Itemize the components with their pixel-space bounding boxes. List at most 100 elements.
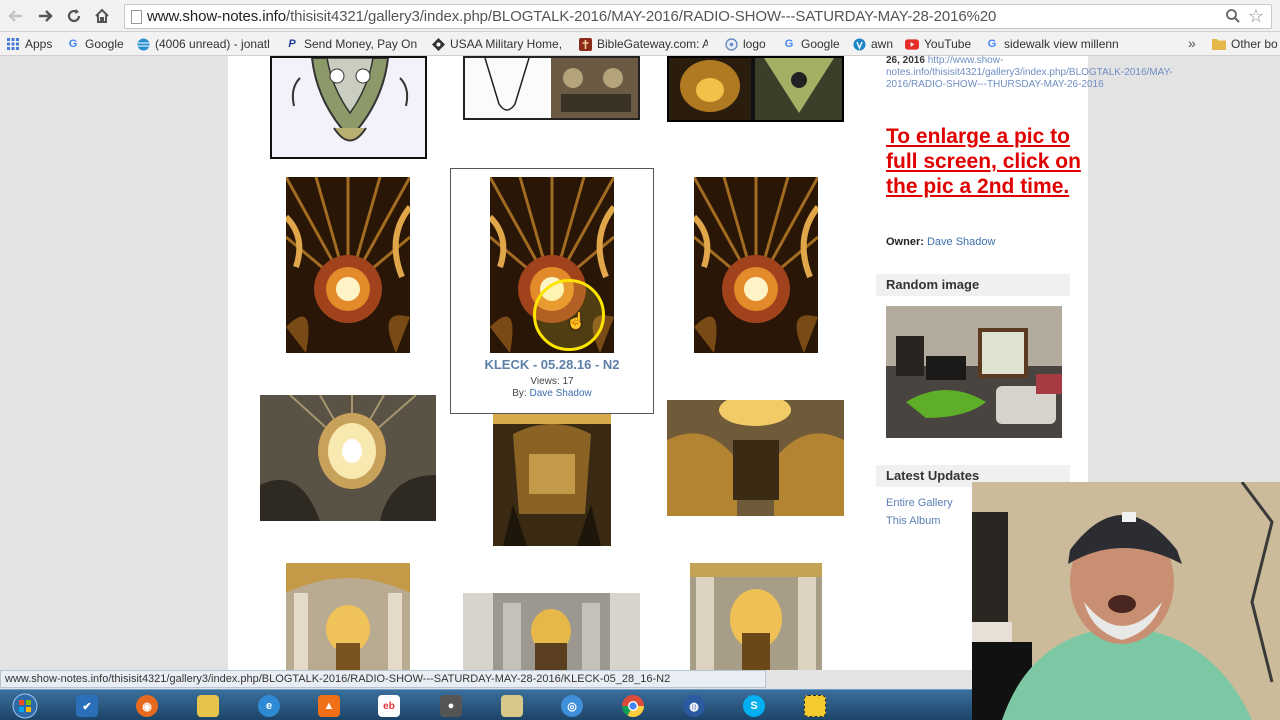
taskbar-app[interactable]: e <box>246 692 292 720</box>
taskbar-app[interactable]: ✔ <box>64 692 110 720</box>
gallery-thumbnail[interactable] <box>463 56 640 120</box>
bookmark-label: (4006 unread) - jonatl <box>155 37 270 51</box>
taskbar-app[interactable]: eb <box>366 692 412 720</box>
owner-label: Owner: <box>886 236 924 248</box>
bookmark-logo[interactable]: logo <box>724 36 774 52</box>
altar-glory-image <box>667 400 844 516</box>
reload-button[interactable] <box>63 5 85 27</box>
folder-icon <box>197 695 219 717</box>
bookmark-sidewalk[interactable]: G sidewalk view millenn <box>985 36 1121 52</box>
bookmark-label: Google <box>801 37 840 51</box>
google-earth-icon: ◍ <box>683 695 705 717</box>
firefox-icon: ◉ <box>136 695 158 717</box>
bookmark-biblegateway[interactable]: BibleGateway.com: A <box>578 36 708 52</box>
bookmark-label: Google <box>85 37 124 51</box>
bookmark-label: USAA Military Home, <box>450 37 563 51</box>
gallery-thumbnail[interactable] <box>690 563 822 670</box>
gallery-thumbnail[interactable] <box>463 593 640 670</box>
camera-app-icon: ● <box>440 695 462 717</box>
notes-app-icon <box>501 695 523 717</box>
back-arrow-icon <box>8 10 22 22</box>
reload-icon <box>67 9 81 23</box>
bookmark-email[interactable]: (4006 unread) - jonatl <box>136 36 272 52</box>
gallery-thumbnail[interactable] <box>260 395 436 521</box>
taskbar-app[interactable]: S <box>731 692 777 720</box>
internet-explorer-icon: e <box>258 695 280 717</box>
thumbnail-title-link[interactable]: KLECK - 05.28.16 - N2 <box>450 357 654 372</box>
network-app-icon: ◎ <box>561 695 583 717</box>
address-bar[interactable]: www.show-notes.info/thisisit4321/gallery… <box>124 4 1272 29</box>
other-bookmarks[interactable]: Other bo <box>1212 36 1280 52</box>
bookmarks-overflow-button[interactable]: » <box>1188 35 1196 51</box>
gallery-thumbnail[interactable] <box>286 563 410 670</box>
forward-button[interactable] <box>34 5 56 27</box>
ebay-icon: eb <box>378 695 400 717</box>
bookmark-label: Send Money, Pay Onl <box>304 37 417 51</box>
taskbar-app[interactable] <box>610 692 656 720</box>
taskbar-app[interactable]: ▲ <box>306 692 352 720</box>
sketch-insect-image <box>465 58 638 118</box>
holy-spirit-window-image <box>694 177 818 353</box>
url-text[interactable]: www.show-notes.info/thisisit4321/gallery… <box>147 8 996 25</box>
google-icon: G <box>784 38 794 50</box>
entire-gallery-link[interactable]: Entire Gallery <box>886 497 953 509</box>
gallery-thumbnail[interactable] <box>694 177 818 353</box>
start-button[interactable] <box>2 692 48 720</box>
webcam-overlay <box>972 482 1280 720</box>
apps-grid-icon <box>6 37 20 51</box>
url-path: /thisisit4321/gallery3/index.php/BLOGTAL… <box>286 8 997 25</box>
taskbar-app[interactable]: ● <box>428 692 474 720</box>
task-check-icon: ✔ <box>76 695 98 717</box>
gallery-thumbnail[interactable] <box>270 56 427 159</box>
random-image-heading: Random image <box>876 274 1070 296</box>
previous-album-date: 26, 2016 <box>886 55 925 66</box>
author-link[interactable]: Dave Shadow <box>529 388 591 399</box>
windows-start-icon <box>12 693 38 719</box>
home-icon <box>95 8 109 23</box>
zoom-icon[interactable] <box>1225 8 1241 24</box>
bookmark-label: Apps <box>25 37 53 51</box>
taskbar-app[interactable] <box>185 692 231 720</box>
url-host: www.show-notes.info <box>147 8 286 25</box>
gallery-thumbnail[interactable] <box>667 400 844 516</box>
basilica-nave-image <box>463 593 640 670</box>
this-album-link[interactable]: This Album <box>886 515 940 527</box>
bookmark-label: sidewalk view millenn <box>1004 37 1119 51</box>
google-icon: G <box>987 38 997 50</box>
taskbar-app[interactable] <box>489 692 535 720</box>
bookmark-paypal[interactable]: P Send Money, Pay Onl <box>285 36 417 52</box>
forward-arrow-icon <box>39 10 53 22</box>
gallery-thumbnail[interactable] <box>667 56 844 122</box>
bookmark-star-icon[interactable]: ☆ <box>1248 6 1264 27</box>
taskbar-app[interactable]: ◎ <box>549 692 595 720</box>
screen-capture-icon <box>804 695 826 717</box>
bookmark-apps[interactable]: Apps <box>6 36 66 52</box>
link-status-bar: www.show-notes.info/thisisit4321/gallery… <box>0 670 766 688</box>
bookmark-google-2[interactable]: G Google <box>782 36 844 52</box>
thumbnail-author: By: Dave Shadow <box>450 388 654 399</box>
youtube-icon <box>905 37 919 51</box>
owner-link[interactable]: Dave Shadow <box>927 236 996 248</box>
thumbnail-views: Views: 17 <box>530 376 574 387</box>
previous-album-link[interactable]: 26, 2016 http://www.show-notes.info/this… <box>886 55 1176 91</box>
page-icon <box>131 10 142 24</box>
taskbar-app[interactable] <box>792 692 838 720</box>
bookmark-youtube[interactable]: YouTube <box>905 36 979 52</box>
cathedra-glory-image <box>260 395 436 521</box>
folder-icon <box>1212 37 1226 51</box>
chrome-icon <box>622 695 644 717</box>
back-button[interactable] <box>5 5 27 27</box>
home-button[interactable] <box>91 5 113 27</box>
bookmark-label: Other bo <box>1231 37 1278 51</box>
creature-photos-image <box>669 58 842 120</box>
bookmark-awn[interactable]: awn <box>852 36 898 52</box>
album-owner: Owner: Dave Shadow <box>886 236 995 248</box>
bookmark-google[interactable]: G Google <box>66 36 128 52</box>
taskbar-app[interactable]: ◉ <box>124 692 170 720</box>
taskbar-app[interactable]: ◍ <box>671 692 717 720</box>
gallery-thumbnail[interactable] <box>286 177 410 353</box>
globe-icon <box>724 37 738 51</box>
bookmark-usaa[interactable]: USAA Military Home, <box>431 36 565 52</box>
gallery-thumbnail[interactable] <box>493 414 611 546</box>
random-image-thumbnail[interactable] <box>886 306 1062 438</box>
